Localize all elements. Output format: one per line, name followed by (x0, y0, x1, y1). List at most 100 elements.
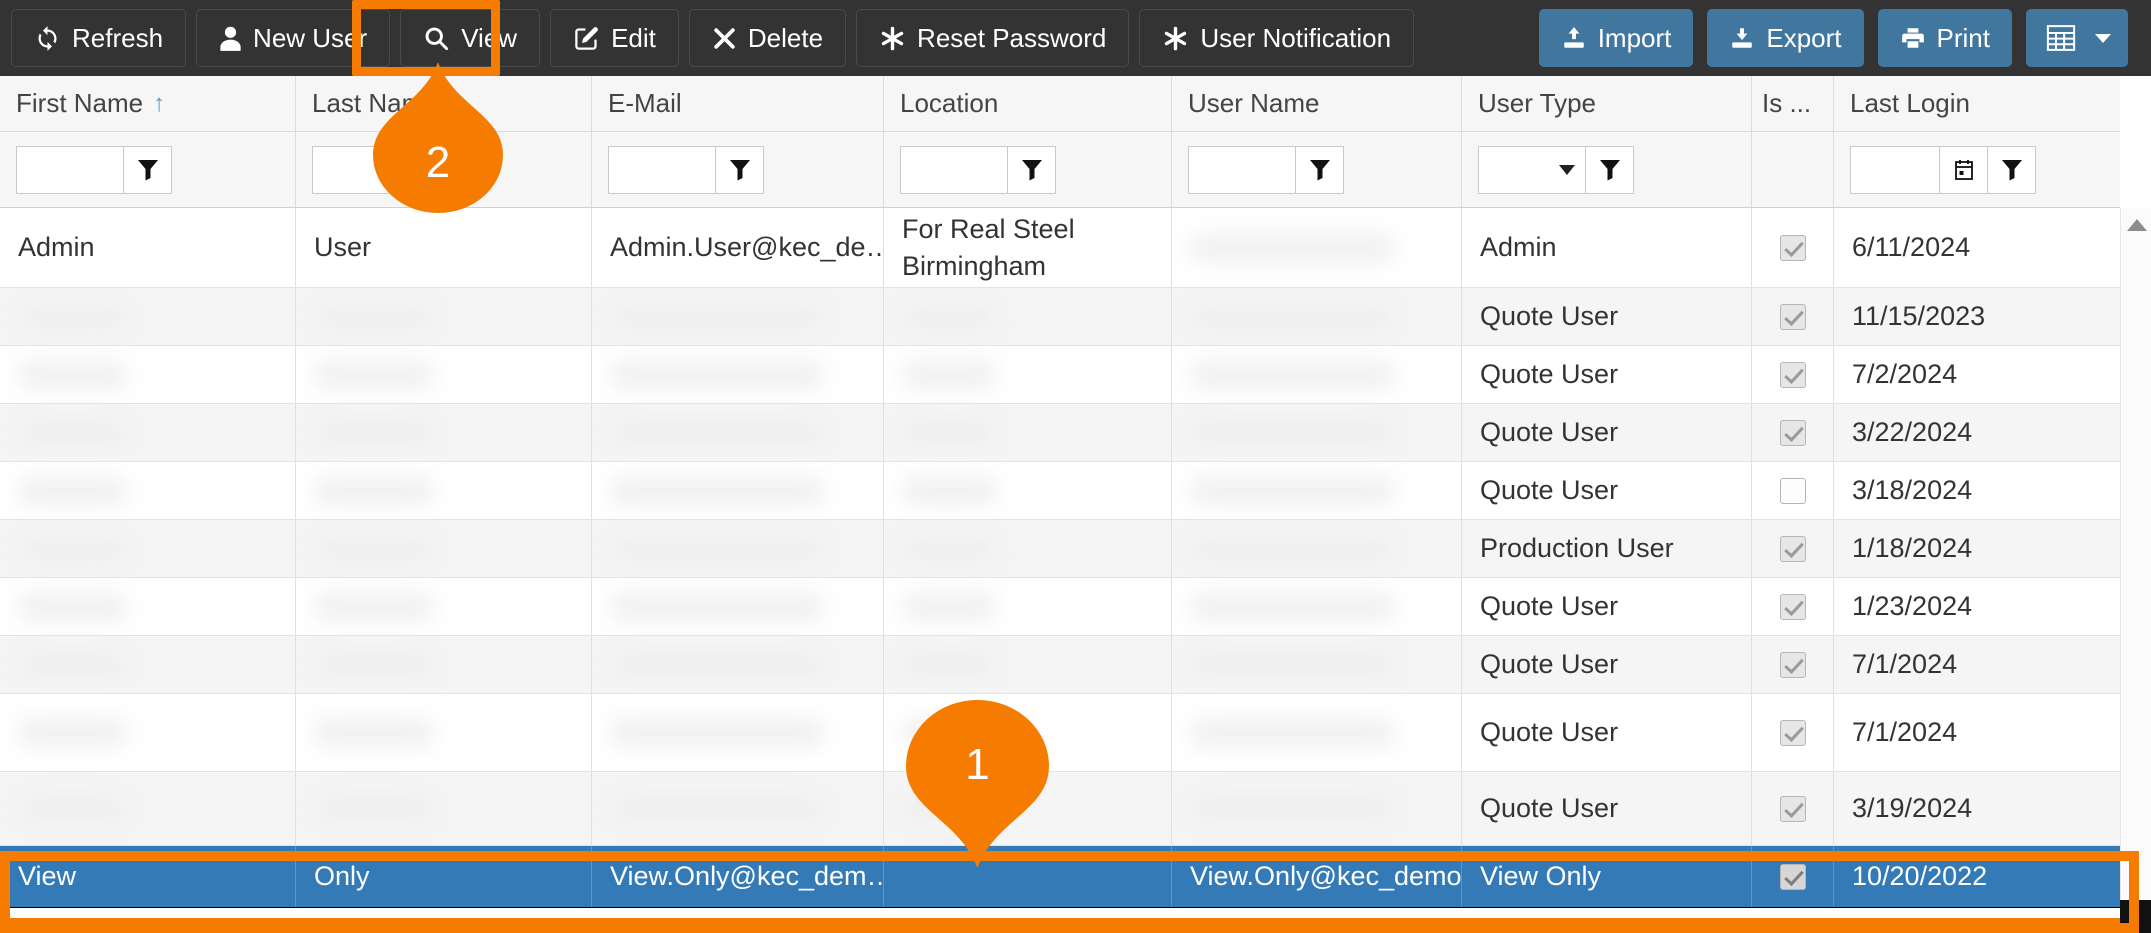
cell-text: Quote User (1480, 793, 1618, 824)
cell-text: Admin (1480, 232, 1557, 263)
filter-funnel-button-location[interactable] (1008, 146, 1056, 194)
table-row[interactable]: Quote User7/2/2024 (0, 346, 2120, 404)
cell-user-name (1172, 520, 1462, 577)
column-header-label: Last Login (1850, 88, 1970, 119)
filter-input-user-name[interactable] (1188, 146, 1296, 194)
cell-location (884, 462, 1172, 519)
view-button[interactable]: View (400, 9, 540, 67)
filter-funnel-button-user-name[interactable] (1296, 146, 1344, 194)
table-row[interactable]: Admin User Admin.User@kec_de… For Real Stee… (0, 208, 2120, 288)
column-header-location[interactable]: Location (884, 76, 1172, 131)
cell-first-name (0, 578, 296, 635)
edit-button-label: Edit (611, 25, 656, 51)
filter-funnel-button-email[interactable] (716, 146, 764, 194)
is-active-checkbox[interactable] (1780, 420, 1806, 446)
is-active-checkbox[interactable] (1780, 362, 1806, 388)
cell-text: Admin.User@kec_de… (610, 232, 884, 263)
cell-last-login: 10/20/2022 (1834, 846, 2120, 907)
is-active-checkbox[interactable] (1780, 720, 1806, 746)
cell-email (592, 772, 884, 845)
table-row[interactable]: Quote User 11/15/2023 (0, 288, 2120, 346)
grid-options-button[interactable] (2026, 9, 2128, 67)
filter-funnel-button-last-login[interactable] (1988, 146, 2036, 194)
cell-last-name (296, 520, 592, 577)
table-row[interactable]: Quote User3/22/2024 (0, 404, 2120, 462)
print-button[interactable]: Print (1878, 9, 2012, 67)
cell-last-login: 3/18/2024 (1834, 462, 2120, 519)
filter-funnel-button-user-type[interactable] (1586, 146, 1634, 194)
delete-button[interactable]: Delete (689, 9, 846, 67)
is-active-checkbox[interactable] (1780, 594, 1806, 620)
cell-first-name (0, 694, 296, 771)
cell-text: User (314, 232, 371, 263)
refresh-button[interactable]: Refresh (11, 9, 186, 67)
cell-text: For Real Steel (902, 211, 1075, 247)
table-row[interactable]: Quote User7/1/2024 (0, 636, 2120, 694)
redacted-value (610, 535, 825, 563)
import-button-label: Import (1598, 25, 1672, 51)
column-header-user-name[interactable]: User Name (1172, 76, 1462, 131)
redacted-value (902, 477, 997, 505)
is-active-checkbox[interactable] (1780, 478, 1806, 504)
filter-input-email[interactable] (608, 146, 716, 194)
is-active-checkbox[interactable] (1780, 536, 1806, 562)
cell-is-active (1752, 636, 1834, 693)
table-row[interactable]: Quote User1/23/2024 (0, 578, 2120, 636)
callout-marker-2-label: 2 (368, 138, 508, 188)
is-active-checkbox[interactable] (1780, 235, 1806, 261)
selected-table-row[interactable]: ViewOnlyView.Only@kec_dem…View.Only@kec_… (0, 846, 2120, 908)
table-row[interactable]: Quote User3/18/2024 (0, 462, 2120, 520)
column-header-user-type[interactable]: User Type (1462, 76, 1752, 131)
cell-user-type: Quote User (1462, 694, 1752, 771)
printer-icon (1900, 25, 1926, 51)
cell-first-name (0, 520, 296, 577)
filter-select-user-type[interactable] (1478, 146, 1586, 194)
export-button[interactable]: Export (1707, 9, 1863, 67)
filter-funnel-button-first-name[interactable] (124, 146, 172, 194)
cell-text: Quote User (1480, 301, 1618, 332)
caret-down-icon[interactable] (2094, 32, 2112, 44)
cell-user-name (1172, 636, 1462, 693)
is-active-checkbox[interactable] (1780, 864, 1806, 890)
reset-password-button[interactable]: Reset Password (856, 9, 1129, 67)
is-active-checkbox[interactable] (1780, 304, 1806, 330)
vertical-scrollbar[interactable] (2120, 208, 2151, 933)
toolbar-left-group: Refresh New User View (0, 0, 1419, 76)
filter-input-location[interactable] (900, 146, 1008, 194)
table-row[interactable]: Quote User3/19/2024 (0, 772, 2120, 846)
cell-text: Only (314, 861, 370, 892)
cell-last-login: 1/23/2024 (1834, 578, 2120, 635)
column-header-email[interactable]: E-Mail (592, 76, 884, 131)
redacted-value (1190, 651, 1395, 679)
is-active-checkbox[interactable] (1780, 652, 1806, 678)
user-notification-button[interactable]: User Notification (1139, 9, 1414, 67)
table-row[interactable]: Quote User7/1/2024 (0, 694, 2120, 772)
delete-button-label: Delete (748, 25, 823, 51)
redacted-value (1190, 593, 1395, 621)
edit-button[interactable]: Edit (550, 9, 679, 67)
scroll-up-arrow-icon[interactable] (2127, 219, 2147, 231)
cell-location (884, 578, 1172, 635)
filter-input-first-name[interactable] (16, 146, 124, 194)
import-button[interactable]: Import (1539, 9, 1694, 67)
column-header-last-login[interactable]: Last Login (1834, 76, 2120, 131)
cell-text: Quote User (1480, 417, 1618, 448)
filter-input-last-login[interactable] (1850, 146, 1940, 194)
filter-calendar-button-last-login[interactable] (1940, 146, 1988, 194)
table-row[interactable]: Production User1/18/2024 (0, 520, 2120, 578)
cell-user-type: Quote User (1462, 404, 1752, 461)
cell-last-name: User (296, 208, 592, 287)
cell-email (592, 636, 884, 693)
is-active-checkbox[interactable] (1780, 796, 1806, 822)
cell-user-type: View Only (1462, 846, 1752, 907)
redacted-value (610, 651, 825, 679)
sort-ascending-icon[interactable]: ↑ (153, 92, 165, 116)
view-button-label: View (461, 25, 517, 51)
column-header-is-active[interactable]: Is ... (1752, 76, 1834, 131)
download-icon (1729, 25, 1755, 51)
column-header-first-name[interactable]: First Name ↑ (0, 76, 296, 131)
new-user-button[interactable]: New User (196, 9, 390, 67)
cell-first-name (0, 636, 296, 693)
users-data-grid: First Name ↑ Last Name ↑ E-Mail Location… (0, 76, 2151, 933)
cell-text: 11/15/2023 (1852, 301, 1985, 332)
